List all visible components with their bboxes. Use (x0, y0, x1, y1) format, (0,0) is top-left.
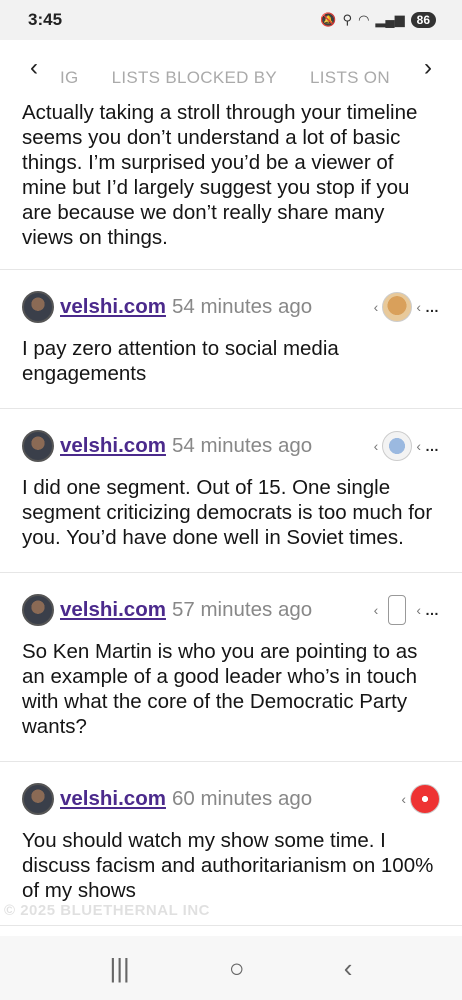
chevron-right-icon: › (424, 54, 432, 81)
status-icons: 🔕 ⚲ ◠ ▂▄▆ 86 (320, 12, 436, 28)
avatar[interactable] (22, 291, 54, 323)
reply-context[interactable]: ‹ (401, 784, 440, 814)
list-item: velshi.com 54 minutes ago ‹ ‹ … I did on… (0, 427, 462, 573)
handle-link[interactable]: velshi.com (60, 787, 166, 811)
handle-link[interactable]: velshi.com (60, 295, 166, 319)
reply-avatar (410, 784, 440, 814)
more-icon[interactable]: … (425, 438, 440, 454)
post-time: 54 minutes ago (171, 434, 313, 457)
post-text: So Ken Martin is who you are pointing to… (22, 640, 418, 738)
post-time: 57 minutes ago (171, 598, 313, 621)
reply-avatar (382, 431, 413, 461)
status-bar: 3:45 🔕 ⚲ ◠ ▂▄▆ 86 (0, 0, 462, 40)
home-button[interactable]: ○ (229, 953, 245, 984)
list-item: velshi.com 54 minutes ago ‹ ‹ … I pay ze… (0, 288, 462, 409)
chevron-left-icon: ‹ (373, 299, 379, 315)
list-item: velshi.com 57 minutes ago ‹ ‹ … So Ken M… (0, 591, 462, 762)
chevron-left-icon: ‹ (373, 438, 379, 454)
post-text: I did one segment. Out of 15. One single… (22, 476, 433, 549)
handle-link[interactable]: velshi.com (60, 598, 166, 622)
post-time: 54 minutes ago (171, 295, 313, 318)
status-time: 3:45 (28, 10, 63, 29)
feed[interactable]: Actually taking a stroll through your ti… (0, 100, 462, 940)
post-header: velshi.com 54 minutes ago ‹ ‹ … (22, 427, 440, 465)
handle-link[interactable]: velshi.com (60, 434, 166, 458)
back-button[interactable]: ‹ (344, 953, 353, 984)
avatar[interactable] (22, 594, 54, 626)
reply-avatar (388, 595, 407, 625)
chevron-left-icon: ‹ (416, 438, 421, 454)
chevron-left-icon: ‹ (401, 791, 406, 807)
mute-icon: 🔕 (320, 12, 337, 27)
reply-avatar (382, 292, 413, 322)
post-text: Actually taking a stroll through your ti… (22, 101, 418, 249)
system-nav-bar: ||| ○ ‹ (0, 936, 462, 1000)
post-header: velshi.com 54 minutes ago ‹ ‹ … (22, 288, 440, 326)
location-icon: ⚲ (342, 12, 353, 27)
tab-lists-on[interactable]: LISTS ON (310, 68, 390, 87)
recent-apps-button[interactable]: ||| (110, 953, 130, 984)
avatar[interactable] (22, 783, 54, 815)
post-header: velshi.com 57 minutes ago ‹ ‹ … (22, 591, 440, 629)
post-text: I pay zero attention to social media eng… (22, 337, 339, 385)
list-item: Actually taking a stroll through your ti… (0, 100, 462, 270)
wifi-icon: ◠ (358, 12, 370, 27)
chevron-left-icon: ‹ (416, 602, 421, 618)
post-time: 60 minutes ago (171, 787, 313, 810)
reply-context[interactable]: ‹ ‹ … (374, 431, 440, 461)
tabs: IG LISTS BLOCKED BY LISTS ON (60, 68, 410, 88)
post-header: velshi.com 60 minutes ago ‹ (22, 780, 440, 818)
more-icon[interactable]: … (425, 602, 440, 618)
chevron-left-icon: ‹ (416, 299, 421, 315)
watermark: © 2025 BLUETHERNAL INC (4, 902, 210, 919)
tabs-prev-button[interactable]: ‹ (14, 48, 54, 88)
reply-context[interactable]: ‹ ‹ … (374, 595, 440, 625)
tabs-next-button[interactable]: › (408, 48, 448, 88)
reply-context[interactable]: ‹ ‹ … (374, 292, 440, 322)
battery-indicator: 86 (410, 12, 436, 28)
tab-lists-blocked-by[interactable]: LISTS BLOCKED BY (112, 68, 277, 87)
signal-icon: ▂▄▆ (375, 12, 405, 27)
avatar[interactable] (22, 430, 54, 462)
more-icon[interactable]: … (425, 299, 440, 315)
chevron-left-icon: ‹ (30, 54, 38, 81)
tab-ig[interactable]: IG (60, 68, 79, 87)
chevron-left-icon: ‹ (373, 602, 379, 618)
